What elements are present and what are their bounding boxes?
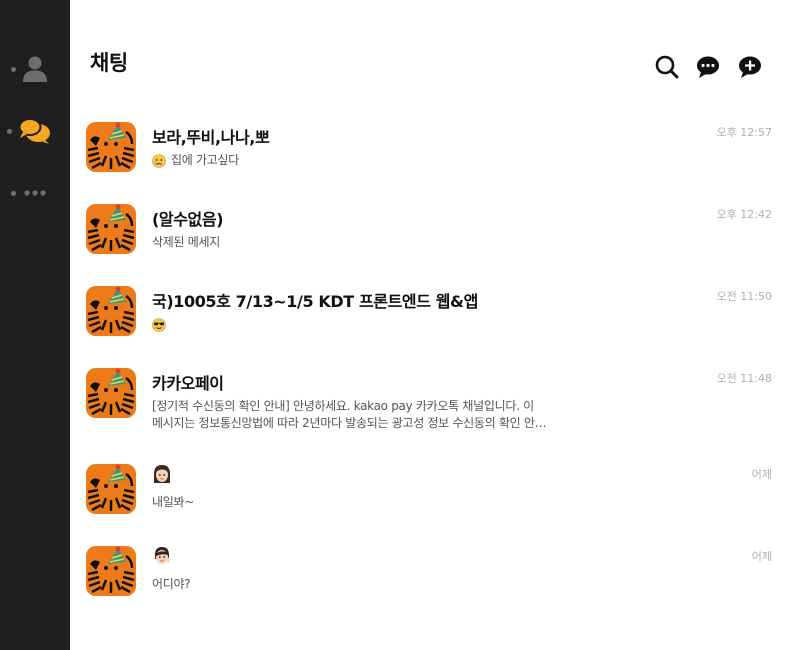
chat-list-item[interactable]: (알수없음) 삭제된 메세지 오후 12:42 bbox=[86, 204, 776, 254]
avatar bbox=[86, 286, 136, 336]
sidebar-item-more[interactable] bbox=[0, 174, 70, 214]
chat-last-message: 어디야? bbox=[152, 577, 191, 591]
tiger-avatar-image bbox=[86, 368, 136, 418]
tiger-avatar-image bbox=[86, 204, 136, 254]
search-icon[interactable] bbox=[654, 54, 680, 80]
chat-name: 보라,뚜비,나나,뽀 bbox=[152, 128, 270, 147]
chat-time: 어제 bbox=[751, 468, 772, 481]
indicator-dot bbox=[7, 129, 12, 134]
chat-name: 카카오페이 bbox=[152, 374, 224, 393]
chat-list-item[interactable]: 내일봐~ 어제 bbox=[86, 464, 776, 514]
chat-name: (알수없음) bbox=[152, 210, 224, 229]
new-chat-icon[interactable] bbox=[737, 54, 763, 80]
sad-face-emoji bbox=[152, 153, 166, 168]
avatar bbox=[86, 464, 136, 514]
message-text: [정기적 수신동의 확인 안내] 안녕하세요. kakao pay 카카오톡 채… bbox=[152, 399, 546, 430]
chat-last-message: [정기적 수신동의 확인 안내] 안녕하세요. kakao pay 카카오톡 채… bbox=[152, 398, 547, 432]
avatar bbox=[86, 204, 136, 254]
person-icon bbox=[23, 56, 47, 82]
sidebar bbox=[0, 0, 70, 650]
open-chat-icon[interactable] bbox=[695, 54, 721, 80]
sunglasses-emoji bbox=[152, 317, 166, 332]
avatar bbox=[86, 546, 136, 596]
chat-last-message: 집에 가고싶다 bbox=[152, 152, 547, 169]
chat-last-message: 내일봐~ bbox=[152, 495, 194, 509]
avatar bbox=[86, 368, 136, 418]
chat-time: 오후 12:57 bbox=[716, 126, 772, 139]
chat-list-panel: 채팅 보라,뚜비,나나,뽀 집에 가고싶다 오후 12:57 (알수없음) 삭제… bbox=[70, 0, 788, 650]
avatar bbox=[86, 122, 136, 172]
tiger-avatar-image bbox=[86, 464, 136, 514]
sidebar-item-chats[interactable] bbox=[0, 112, 70, 152]
chat-bubbles-icon bbox=[18, 118, 50, 144]
more-dots-icon bbox=[24, 190, 46, 196]
chat-list-item[interactable]: 카카오페이 [정기적 수신동의 확인 안내] 안녕하세요. kakao pay … bbox=[86, 368, 776, 434]
chat-last-message bbox=[152, 316, 547, 333]
chat-app: 채팅 보라,뚜비,나나,뽀 집에 가고싶다 오후 12:57 (알수없음) 삭제… bbox=[0, 0, 788, 650]
page-title: 채팅 bbox=[90, 51, 128, 75]
tiger-avatar-image bbox=[86, 286, 136, 336]
chat-time: 오후 12:42 bbox=[716, 208, 772, 221]
chat-list-item[interactable]: 어디야? 어제 bbox=[86, 546, 776, 596]
chat-time: 오전 11:50 bbox=[716, 290, 772, 303]
chat-list-item[interactable]: 보라,뚜비,나나,뽀 집에 가고싶다 오후 12:57 bbox=[86, 122, 776, 172]
woman-face-emoji bbox=[154, 465, 170, 483]
chat-time: 오전 11:48 bbox=[716, 372, 772, 385]
indicator-dot bbox=[11, 67, 16, 72]
chat-last-message: 삭제된 메세지 bbox=[152, 235, 220, 249]
tiger-avatar-image bbox=[86, 122, 136, 172]
chat-name: 국)1005호 7/13~1/5 KDT 프론트엔드 웹&앱 bbox=[152, 292, 478, 311]
girl-face-emoji bbox=[155, 547, 170, 564]
message-text: 집에 가고싶다 bbox=[171, 153, 239, 167]
chat-list-item[interactable]: 국)1005호 7/13~1/5 KDT 프론트엔드 웹&앱 오전 11:50 bbox=[86, 286, 776, 336]
sidebar-item-friends[interactable] bbox=[0, 50, 70, 90]
indicator-dot bbox=[11, 191, 16, 196]
chat-time: 어제 bbox=[751, 550, 772, 563]
tiger-avatar-image bbox=[86, 546, 136, 596]
